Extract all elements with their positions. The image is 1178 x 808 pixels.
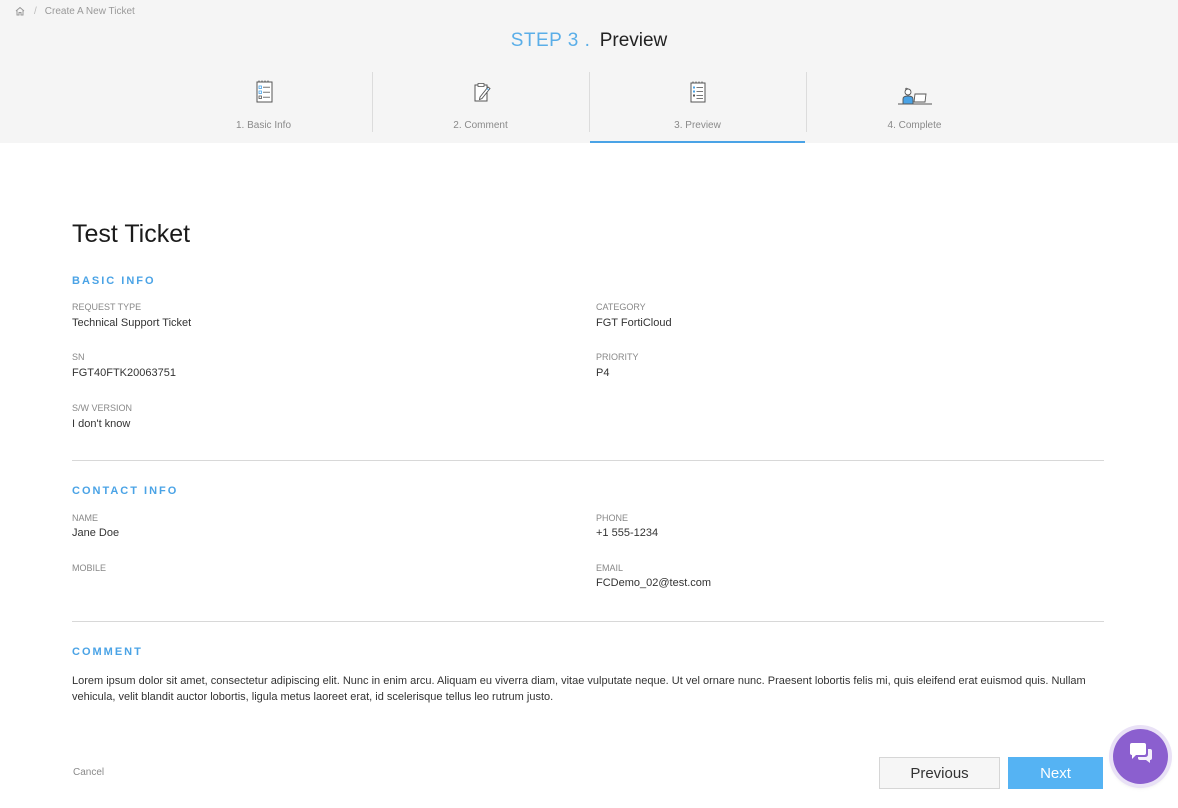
name-value: Jane Doe <box>72 527 120 539</box>
step-tab-label: 3. Preview <box>674 120 721 131</box>
chat-button[interactable] <box>1113 729 1168 784</box>
step-number: STEP 3 . <box>510 30 591 51</box>
person-laptop-icon <box>895 78 935 108</box>
category-label: CATEGORY <box>596 302 646 312</box>
step-tab-label: 1. Basic Info <box>235 120 292 131</box>
comment-heading: COMMENT <box>72 646 143 658</box>
sn-value: FGT40FTK20063751 <box>72 367 176 379</box>
priority-label: PRIORITY <box>596 352 639 362</box>
sn-label: SN <box>72 352 85 362</box>
wizard-header: / Create A New Ticket STEP 3 . Preview 1… <box>0 0 1178 143</box>
step-tab-preview[interactable]: 3. Preview <box>589 72 806 143</box>
priority-value: P4 <box>596 367 610 379</box>
document-list-icon <box>683 78 713 108</box>
section-divider <box>72 460 1104 461</box>
previous-button[interactable]: Previous <box>879 757 1000 789</box>
clipboard-pen-icon <box>466 78 496 108</box>
phone-label: PHONE <box>596 513 629 523</box>
contact-info-heading: CONTACT INFO <box>72 485 179 497</box>
step-tab-complete[interactable]: 4. Complete <box>806 72 1023 143</box>
email-label: EMAIL <box>596 563 624 573</box>
request-type-label: REQUEST TYPE <box>72 302 142 312</box>
ticket-title: Test Ticket <box>72 220 191 248</box>
sw-version-value: I don't know <box>72 418 131 430</box>
name-label: NAME <box>72 513 99 523</box>
basic-info-heading: BASIC INFO <box>72 275 156 287</box>
breadcrumb: / Create A New Ticket <box>14 5 135 17</box>
breadcrumb-current: Create A New Ticket <box>44 5 135 17</box>
request-type-value: Technical Support Ticket <box>72 317 192 329</box>
phone-value: +1 555-1234 <box>596 527 659 539</box>
step-title: STEP 3 . Preview <box>0 30 1178 52</box>
breadcrumb-separator: / <box>34 5 37 17</box>
step-tab-label: 4. Complete <box>887 120 942 131</box>
comment-text: Lorem ipsum dolor sit amet, consectetur … <box>72 675 1086 703</box>
section-divider <box>72 621 1104 622</box>
home-icon[interactable] <box>14 5 26 17</box>
step-tab-label: 2. Comment <box>453 120 508 131</box>
wizard-steps: 1. Basic Info 2. Comment 3. Preview 4. C… <box>155 72 1023 143</box>
email-value: FCDemo_02@test.com <box>596 577 712 589</box>
clipboard-checklist-icon <box>249 78 279 108</box>
step-name: Preview <box>599 30 668 51</box>
category-value: FGT FortiCloud <box>596 317 672 329</box>
step-tab-comment[interactable]: 2. Comment <box>372 72 589 143</box>
chat-bubbles-icon <box>1127 741 1155 772</box>
next-button[interactable]: Next <box>1008 757 1103 789</box>
sw-version-label: S/W VERSION <box>72 403 133 413</box>
cancel-link[interactable]: Cancel <box>73 767 104 778</box>
mobile-label: MOBILE <box>72 563 107 573</box>
step-tab-basic-info[interactable]: 1. Basic Info <box>155 72 372 143</box>
